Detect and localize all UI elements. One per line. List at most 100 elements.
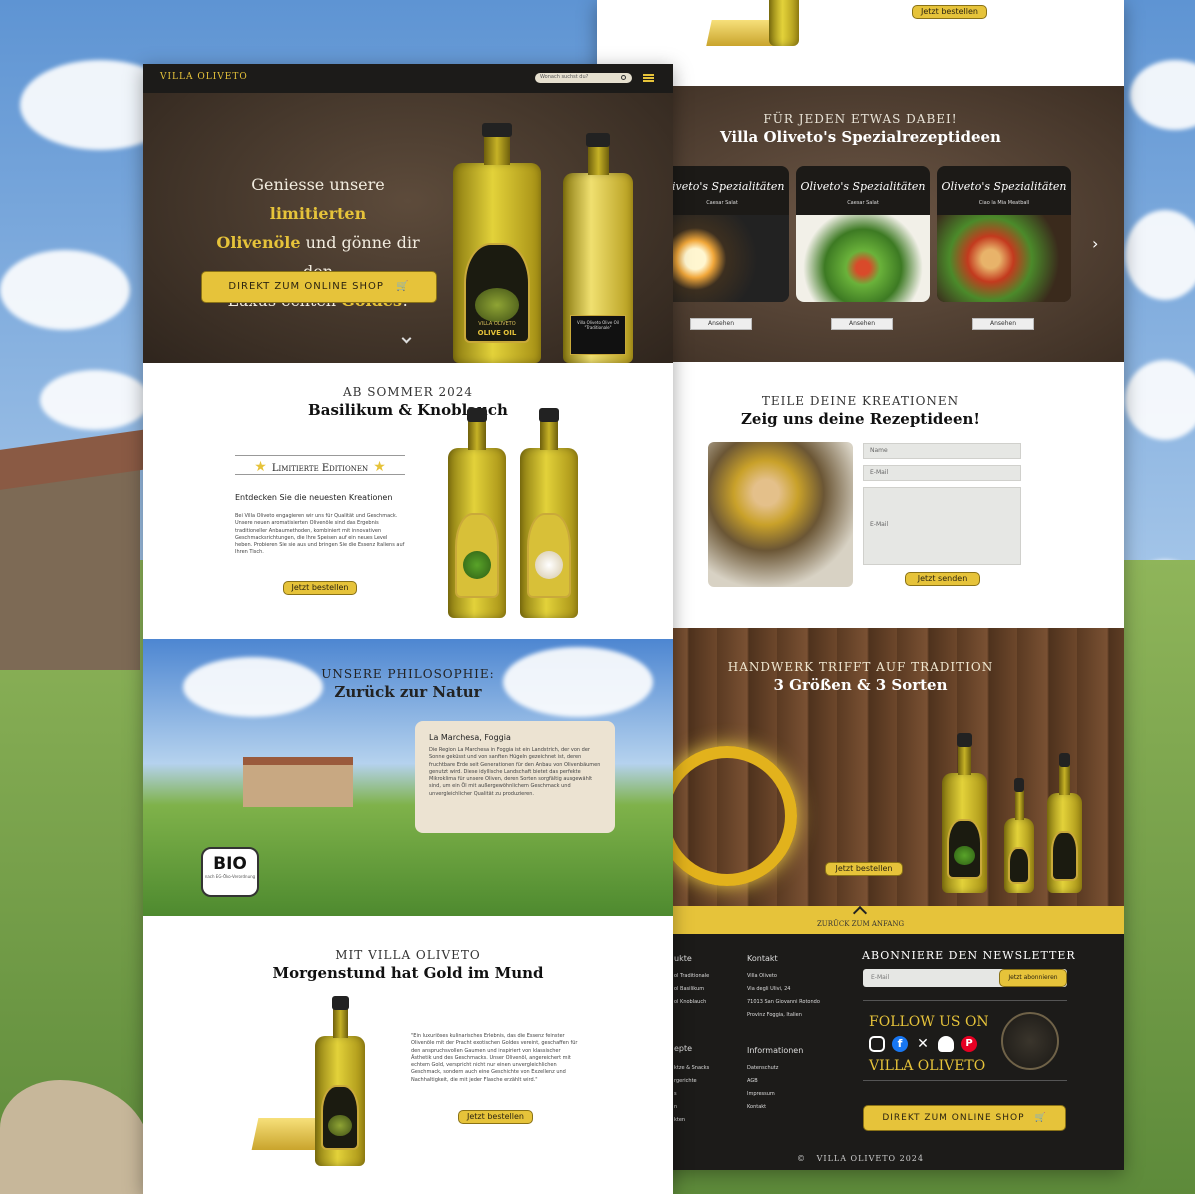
order-button[interactable]: Jetzt bestellen: [825, 862, 903, 876]
limited-kicker: AB SOMMER 2024: [342, 385, 474, 399]
philosophy-box-text: Die Region La Marchesa in Foggia ist ein…: [429, 747, 601, 797]
recipe-card-subtitle: Ciao la Mia Meatball: [978, 200, 1030, 206]
footer-link[interactable]: ktze & Snacks: [674, 1062, 709, 1075]
footer-recipes-list: ktze & Snacks rgerichte s n kten: [674, 1062, 709, 1127]
recipe-card-1[interactable]: Oliveto's Spezialitäten Caesar Salat: [655, 166, 789, 302]
recipe-card-title: Oliveto's Spezialitäten: [800, 180, 926, 193]
oil-splash-image: [657, 746, 797, 886]
message-field[interactable]: E-Mail: [863, 487, 1021, 565]
hero-shop-button[interactable]: DIREKT ZUM ONLINE SHOP 🛒: [201, 271, 437, 303]
craft-title: 3 Größen & 3 Sorten: [773, 676, 948, 694]
newsletter-title: ABONNIERE DEN NEWSLETTER: [862, 949, 1076, 962]
snapchat-icon[interactable]: [938, 1036, 954, 1052]
chevron-down-icon[interactable]: [401, 333, 412, 344]
pinterest-icon[interactable]: P: [961, 1036, 977, 1052]
copyright: © VILLA OLIVETO 2024: [597, 1154, 1124, 1163]
follow-us-label: FOLLOW US ON: [869, 1014, 989, 1030]
contact-line: Villa Oliveto: [747, 973, 777, 979]
newsletter-email-input[interactable]: E-Mail: [871, 974, 889, 981]
hamburger-menu-icon[interactable]: [643, 74, 654, 82]
footer-link[interactable]: Kontakt: [747, 1101, 778, 1114]
recipe-card-title: Oliveto's Spezialitäten: [941, 180, 1067, 193]
header-bar: VILLA OLIVETO Wonach suchst du?: [143, 64, 673, 93]
footer-link[interactable]: rgerichte: [674, 1075, 709, 1088]
footer-contact-list: Villa Oliveto Via degli Ulivi, 24 71013 …: [747, 970, 820, 1022]
garlic-bottle: [520, 408, 578, 618]
chef-photo: [708, 442, 853, 587]
star-icon: ★: [373, 459, 386, 475]
recipe-view-button-3[interactable]: Ansehen: [972, 318, 1034, 330]
food-image: [796, 215, 930, 302]
footer-link[interactable]: ol Basilikum: [674, 983, 709, 996]
order-button[interactable]: Jetzt bestellen: [912, 5, 987, 19]
share-section: TEILE DEINE KREATIONEN Zeig uns deine Re…: [597, 362, 1124, 628]
name-field[interactable]: Name: [863, 443, 1021, 459]
bottle-label-text: VILLA OLIVETO: [478, 321, 516, 327]
copyright-symbol: ©: [797, 1154, 807, 1163]
shop-cta-label: DIREKT ZUM ONLINE SHOP: [882, 1113, 1025, 1123]
x-icon[interactable]: ✕: [915, 1036, 931, 1052]
footer-contact-heading: Kontakt: [747, 954, 778, 963]
morgen-section: MIT VILLA OLIVETO Morgenstund hat Gold i…: [143, 916, 673, 1194]
search-placeholder: Wonach suchst du?: [540, 74, 589, 80]
recipes-kicker: FÜR JEDEN ETWAS DABEI!: [763, 112, 958, 126]
bio-badge-sub: nach EG-Öko-Verordnung: [204, 874, 256, 879]
food-image: [655, 215, 789, 302]
bottle-label-text: OLIVE OIL: [477, 329, 517, 337]
brand-logo[interactable]: VILLA OLIVETO: [160, 72, 248, 82]
craft-section: HANDWERK TRIFFT AUF TRADITION 3 Größen &…: [597, 628, 1124, 906]
basil-bottle: [448, 408, 506, 618]
back-to-top-label: ZURÜCK ZUM ANFANG: [816, 920, 905, 928]
bottle-label-text: Villa Oliveto Olive Oil "Traditionale": [576, 320, 620, 330]
morgen-kicker: MIT VILLA OLIVETO: [335, 948, 481, 962]
carousel-next-icon[interactable]: ›: [1092, 234, 1098, 253]
bottle-medium: [1047, 753, 1082, 893]
recipe-card-2[interactable]: Oliveto's Spezialitäten Caesar Salat: [796, 166, 930, 302]
footer-link[interactable]: Impressum: [747, 1088, 778, 1101]
philosophy-box-title: La Marchesa, Foggia: [429, 733, 511, 742]
recipe-card-3[interactable]: Oliveto's Spezialitäten Ciao la Mia Meat…: [937, 166, 1071, 302]
hero-highlight: limitierten: [269, 204, 367, 223]
footer-info-heading: Informationen: [747, 1046, 804, 1055]
back-to-top-bar[interactable]: ZURÜCK ZUM ANFANG: [597, 906, 1124, 934]
share-title: Zeig uns deine Rezeptideen!: [740, 410, 981, 428]
footer-info-list: Datenschutz AGB Impressum Kontakt: [747, 1062, 778, 1114]
instagram-icon[interactable]: [869, 1036, 885, 1052]
search-input[interactable]: Wonach suchst du?: [535, 73, 632, 83]
limited-body: Bei Villa Oliveto engagieren wir uns für…: [235, 513, 405, 556]
limited-order-button[interactable]: Jetzt bestellen: [283, 581, 357, 595]
contact-line: Provinz Foggia, Italien: [747, 1012, 802, 1018]
bio-badge: BIO nach EG-Öko-Verordnung: [201, 847, 259, 897]
email-field[interactable]: E-Mail: [863, 465, 1021, 481]
contact-line: 71013 San Giovanni Rotondo: [747, 999, 820, 1005]
recipe-view-button-2[interactable]: Ansehen: [831, 318, 893, 330]
hero-section: Geniesse unsere limitierten Olivenöle un…: [143, 93, 673, 363]
morgen-order-button[interactable]: Jetzt bestellen: [458, 1110, 533, 1124]
bio-badge-label: BIO: [213, 854, 247, 874]
food-image: [937, 215, 1071, 302]
limited-section: AB SOMMER 2024 Basilikum & Knoblauch ★ L…: [143, 363, 673, 639]
philosophy-box: La Marchesa, Foggia Die Region La Marche…: [415, 721, 615, 833]
footer-brand: VILLA OLIVETO: [869, 1058, 986, 1074]
shop-cta-button[interactable]: DIREKT ZUM ONLINE SHOP 🛒: [863, 1105, 1066, 1131]
recipe-card-title: Oliveto's Spezialitäten: [659, 180, 785, 193]
gold-bottle: [315, 996, 365, 1166]
recipe-view-button-1[interactable]: Ansehen: [690, 318, 752, 330]
facebook-icon[interactable]: f: [892, 1036, 908, 1052]
footer-link[interactable]: AGB: [747, 1075, 778, 1088]
footer-link[interactable]: Datenschutz: [747, 1062, 778, 1075]
submit-button[interactable]: Jetzt senden: [905, 572, 980, 586]
morgen-title: Morgenstund hat Gold im Mund: [272, 964, 544, 982]
subscribe-button[interactable]: Jetzt abonnieren: [999, 969, 1067, 987]
footer-recipes-heading: epte: [674, 1044, 693, 1053]
craft-kicker: HANDWERK TRIFFT AUF TRADITION: [727, 660, 994, 674]
search-icon[interactable]: [621, 75, 626, 80]
hero-shop-label: DIREKT ZUM ONLINE SHOP: [228, 281, 384, 292]
footer-link[interactable]: s: [674, 1088, 709, 1101]
footer-link[interactable]: ol Traditionale: [674, 970, 709, 983]
footer: ukte ol Traditionale ol Basilikum ol Kno…: [597, 934, 1124, 1170]
share-kicker: TEILE DEINE KREATIONEN: [761, 394, 960, 408]
footer-link[interactable]: n: [674, 1101, 709, 1114]
footer-link[interactable]: ol Knoblauch: [674, 996, 709, 1009]
footer-link[interactable]: kten: [674, 1114, 709, 1127]
